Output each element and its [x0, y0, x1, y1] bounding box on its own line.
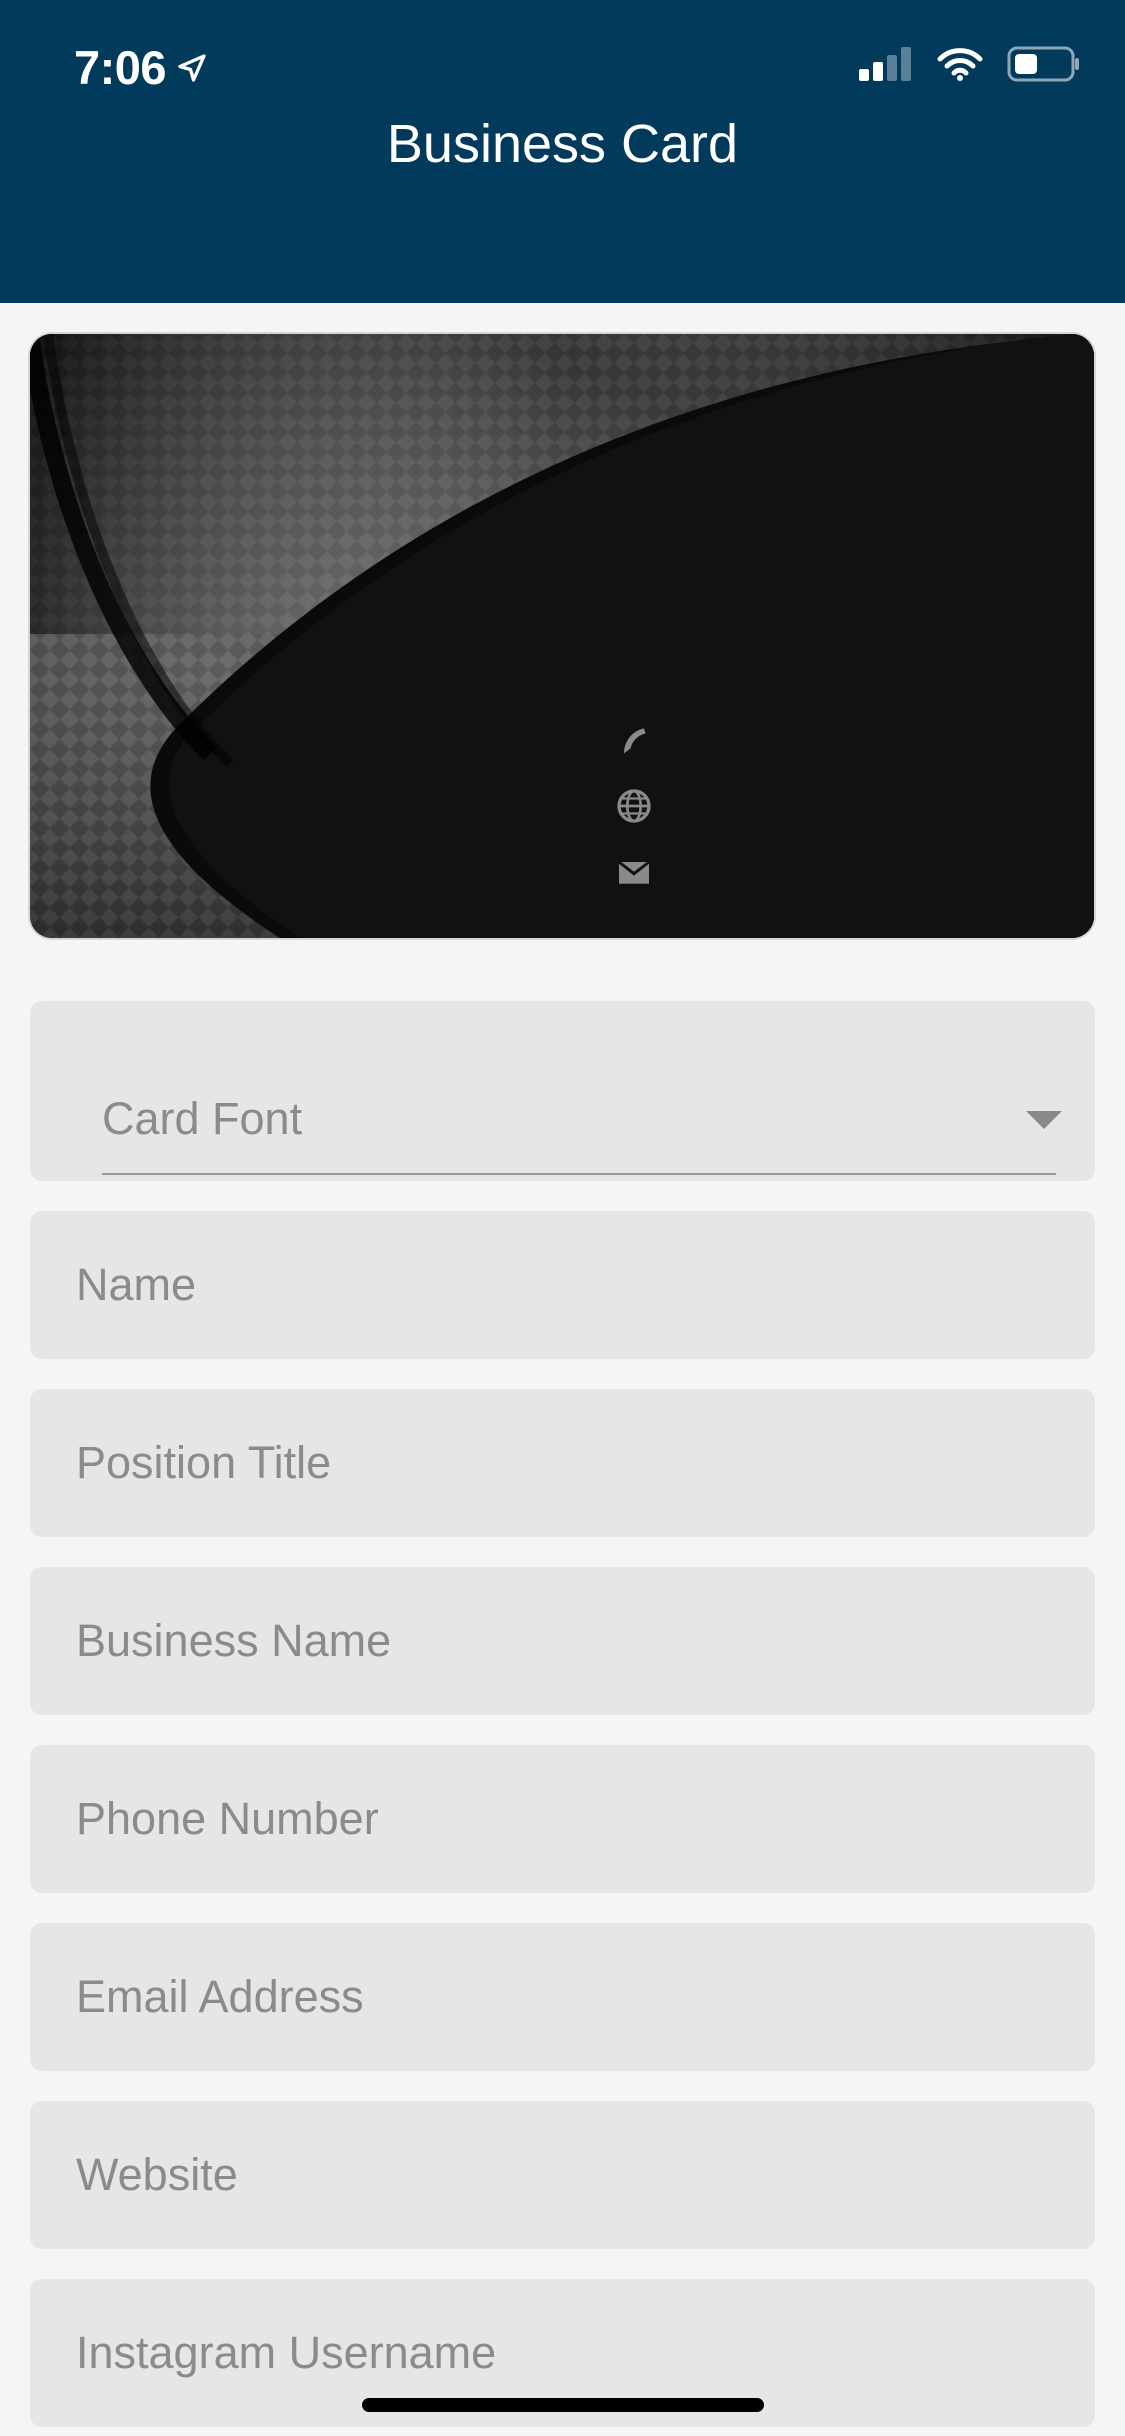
page-title: Business Card: [386, 114, 739, 174]
globe-icon: [617, 789, 651, 823]
phone-number-field[interactable]: Phone Number: [30, 1745, 1095, 1893]
website-placeholder: Website: [76, 2149, 238, 2200]
status-bar-indicators: [859, 46, 1081, 82]
business-card-preview: [30, 334, 1094, 938]
home-indicator[interactable]: [362, 2398, 764, 2412]
phone-icon: [624, 728, 646, 754]
status-time-text: 7:06: [74, 41, 167, 94]
email-address-field[interactable]: Email Address: [30, 1923, 1095, 2071]
app-header: 7:06 Business Card: [0, 0, 1125, 303]
position-title-field[interactable]: Position Title: [30, 1389, 1095, 1537]
dropdown-caret-icon[interactable]: [1026, 1111, 1062, 1129]
card-font-select[interactable]: Card Font: [30, 1001, 1095, 1181]
email-address-placeholder: Email Address: [76, 1971, 364, 2022]
name-placeholder: Name: [76, 1259, 197, 1310]
business-name-field[interactable]: Business Name: [30, 1567, 1095, 1715]
business-name-placeholder: Business Name: [76, 1615, 392, 1666]
battery-icon: [1007, 46, 1079, 82]
mail-icon: [618, 860, 650, 884]
card-font-underline: [102, 1173, 1056, 1175]
position-title-placeholder: Position Title: [76, 1437, 332, 1488]
status-bar-time: 7:06: [74, 40, 210, 95]
instagram-username-placeholder: Instagram Username: [76, 2327, 497, 2378]
cellular-signal-icon: [859, 47, 911, 81]
website-field[interactable]: Website: [30, 2101, 1095, 2249]
wifi-icon: [937, 48, 983, 81]
name-field[interactable]: Name: [30, 1211, 1095, 1359]
card-font-label: Card Font: [102, 1093, 303, 1144]
location-arrow-icon: [178, 53, 206, 82]
phone-number-placeholder: Phone Number: [76, 1793, 379, 1844]
card-background-graphic: [30, 334, 1094, 938]
